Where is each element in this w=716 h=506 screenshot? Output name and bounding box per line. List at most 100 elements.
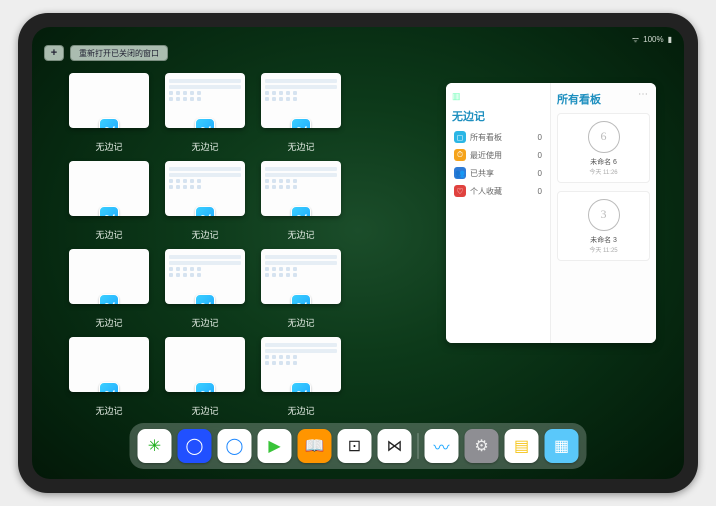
dock-app-qqbrowser[interactable]: ◯ [218,429,252,463]
window-label: 无边记 [191,316,218,329]
board-subtitle: 今天 11:25 [589,245,617,254]
panel-category-list: ◻所有看板0⏱最近使用0👥已共享0♡个人收藏0 [452,128,544,200]
category-count: 0 [538,169,542,178]
board-title: 未命名 3 [590,235,617,245]
window-switcher-grid: 无边记无边记无边记无边记无边记无边记无边记无边记无边记无边记无边记无边记 [68,73,438,417]
category-label: 个人收藏 [470,186,538,197]
board-card[interactable]: 6未命名 6今天 11:26 [557,113,650,183]
window-thumbnail[interactable]: 无边记 [260,249,342,329]
board-card[interactable]: 3 未命名 3今天 11:25 [557,191,650,261]
freeform-app-icon [195,118,215,128]
dock-app-media[interactable]: ▶ [258,429,292,463]
window-thumbnail[interactable]: 无边记 [164,337,246,417]
window-thumbnail[interactable]: 无边记 [68,337,150,417]
dock-separator [418,433,419,459]
window-label: 无边记 [95,404,122,417]
category-label: 所有看板 [470,132,538,143]
category-icon: 👥 [454,167,466,179]
window-thumbnail[interactable]: 无边记 [260,337,342,417]
new-window-button[interactable]: + [44,45,64,61]
dock-app-books[interactable]: 📖 [298,429,332,463]
dock-app-freeform[interactable]: 〰 [425,429,459,463]
panel-sidebar: ▥ 无边记 ◻所有看板0⏱最近使用0👥已共享0♡个人收藏0 [446,83,551,343]
reopen-label: 重新打开已关闭的窗口 [79,48,159,59]
window-thumbnail[interactable]: 无边记 [68,249,150,329]
window-thumbnail[interactable]: 无边记 [164,161,246,241]
dock: ✳◯◯▶📖⊡⋈〰⚙▤▦ [130,423,587,469]
board-title: 未命名 6 [590,157,617,167]
window-preview [165,161,245,216]
dock-app-settings[interactable]: ⚙ [465,429,499,463]
screen: ᯤ 100% ▮ + 重新打开已关闭的窗口 无边记无边记无边记无边记无边记无边记… [32,27,684,479]
window-preview [69,73,149,128]
battery-icon: ▮ [668,35,672,44]
window-label: 无边记 [287,316,314,329]
window-label: 无边记 [95,228,122,241]
window-preview [69,249,149,304]
window-label: 无边记 [287,140,314,153]
board-preview: 6 [588,121,620,153]
panel-category-item[interactable]: 👥 已共享0 [452,164,544,182]
panel-category-item[interactable]: ♡ 个人收藏0 [452,182,544,200]
window-preview [261,161,341,216]
dock-app-connect[interactable]: ⋈ [378,429,412,463]
category-count: 0 [538,187,542,196]
dock-app-quark[interactable]: ◯ [178,429,212,463]
window-thumbnail[interactable]: 无边记 [68,73,150,153]
window-label: 无边记 [191,404,218,417]
freeform-app-icon [195,206,215,216]
window-preview [261,337,341,392]
dock-app-folder[interactable]: ▦ [545,429,579,463]
window-label: 无边记 [95,316,122,329]
category-label: 已共享 [470,168,538,179]
window-preview [165,249,245,304]
ipad-device-frame: ᯤ 100% ▮ + 重新打开已关闭的窗口 无边记无边记无边记无边记无边记无边记… [18,13,698,493]
panel-left-title: 无边记 [452,108,544,124]
dock-app-notes[interactable]: ▤ [505,429,539,463]
window-thumbnail[interactable]: 无边记 [164,73,246,153]
freeform-app-icon [291,118,311,128]
window-thumbnail[interactable]: 无边记 [260,161,342,241]
dock-app-wechat[interactable]: ✳ [138,429,172,463]
panel-detail: ⋯ 所有看板 6未命名 6今天 11:263未命名 3今天 11:25 [551,83,656,343]
freeform-app-icon [99,294,119,304]
side-panel: ▥ 无边记 ◻所有看板0⏱最近使用0👥已共享0♡个人收藏0 ⋯ 所有看板 6未命… [446,83,656,343]
window-preview [165,337,245,392]
category-label: 最近使用 [470,150,538,161]
top-bar: + 重新打开已关闭的窗口 [44,45,168,61]
board-preview: 3 [588,199,620,231]
category-icon: ⏱ [454,149,466,161]
sidebar-toggle-icon[interactable]: ▥ [452,91,461,102]
category-count: 0 [538,133,542,142]
reopen-closed-window-button[interactable]: 重新打开已关闭的窗口 [70,45,168,61]
window-preview [165,73,245,128]
plus-icon: + [51,47,57,59]
window-preview [69,337,149,392]
battery-label: 100% [643,35,663,44]
window-label: 无边记 [95,140,122,153]
window-label: 无边记 [287,228,314,241]
freeform-app-icon [195,294,215,304]
category-count: 0 [538,151,542,160]
more-icon[interactable]: ⋯ [638,89,648,100]
freeform-app-icon [195,382,215,392]
freeform-app-icon [291,382,311,392]
window-thumbnail[interactable]: 无边记 [68,161,150,241]
window-label: 无边记 [191,140,218,153]
category-icon: ♡ [454,185,466,197]
window-label: 无边记 [287,404,314,417]
freeform-app-icon [99,382,119,392]
freeform-app-icon [99,118,119,128]
window-preview [69,161,149,216]
window-thumbnail[interactable]: 无边记 [260,73,342,153]
panel-category-item[interactable]: ◻所有看板0 [452,128,544,146]
window-preview [261,73,341,128]
dock-app-dice[interactable]: ⊡ [338,429,372,463]
wifi-icon: ᯤ [632,34,639,45]
window-preview [261,249,341,304]
freeform-app-icon [291,206,311,216]
panel-category-item[interactable]: ⏱ 最近使用0 [452,146,544,164]
freeform-app-icon [99,206,119,216]
window-thumbnail[interactable]: 无边记 [164,249,246,329]
window-label: 无边记 [191,228,218,241]
